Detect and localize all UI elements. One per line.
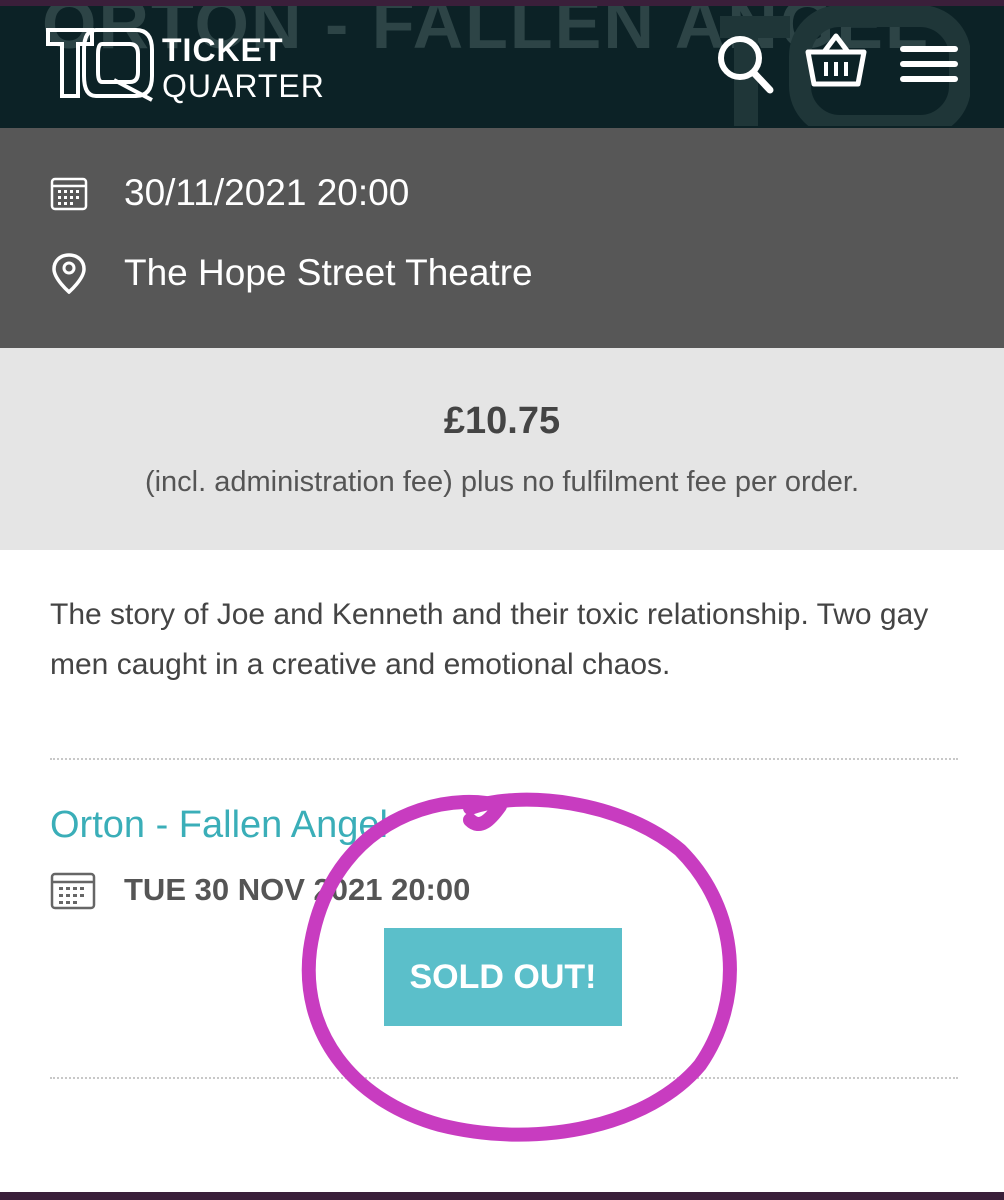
hamburger-menu-icon — [900, 46, 958, 82]
event-performance-date: TUE 30 NOV 2021 20:00 — [124, 872, 471, 907]
divider — [50, 1077, 958, 1079]
sold-out-button[interactable]: SOLD OUT! — [384, 928, 622, 1026]
event-date-row: TUE 30 NOV 2021 20:00 — [50, 870, 470, 910]
event-info-panel: 30/11/2021 20:00 The Hope Street Theatre — [0, 128, 1004, 348]
divider — [50, 758, 958, 760]
tq-logo-mark — [46, 28, 154, 102]
search-icon — [718, 36, 774, 94]
ticket-price: £10.75 — [443, 400, 561, 442]
event-description: The story of Joe and Kenneth and their t… — [50, 598, 929, 681]
logo-quarter-text: QUARTER — [162, 68, 325, 104]
search-button[interactable] — [716, 32, 776, 96]
location-pin-icon — [52, 253, 86, 294]
calendar-icon — [50, 872, 96, 910]
fee-note: (incl. administration fee) plus no fulfi… — [144, 466, 860, 498]
basket-button[interactable] — [804, 30, 868, 88]
site-header: ORTON - FALLEN ANGEL TICKET QUARTER — [0, 6, 1004, 128]
event-title-link[interactable]: Orton - Fallen Angel — [50, 804, 388, 847]
date-time-row: 30/11/2021 20:00 — [50, 172, 409, 214]
ticket-quarter-logo[interactable]: TICKET QUARTER — [44, 24, 334, 104]
event-date-time: 30/11/2021 20:00 — [124, 172, 410, 213]
venue-row: The Hope Street Theatre — [50, 252, 533, 294]
bottom-edge — [0, 1192, 1004, 1200]
basket-icon — [805, 33, 867, 87]
calendar-icon — [50, 177, 88, 211]
event-venue: The Hope Street Theatre — [124, 252, 533, 293]
menu-button[interactable] — [898, 44, 960, 84]
logo-ticket-text: TICKET — [162, 32, 284, 68]
price-panel: £10.75 (incl. administration fee) plus n… — [0, 348, 1004, 550]
